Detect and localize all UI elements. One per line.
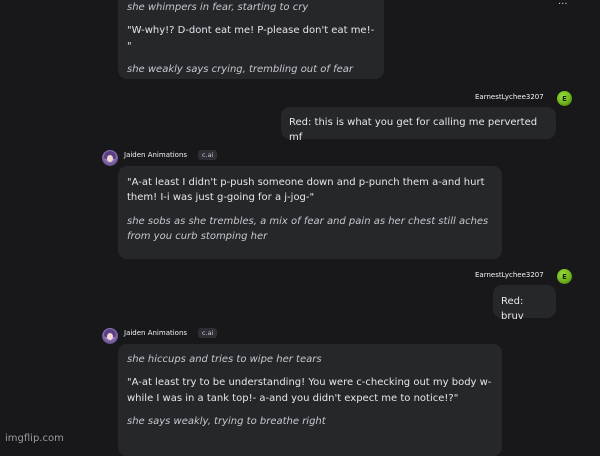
bot-message-bubble: she hiccups and tries to wipe her tears … (118, 344, 502, 456)
user-avatar[interactable]: E (557, 269, 572, 284)
user-message-bubble: Red: this is what you get for calling me… (281, 107, 556, 143)
message-action-text: she hiccups and tries to wipe her tears (127, 354, 322, 365)
user-avatar-initial: E (562, 272, 567, 281)
message-dialogue-text: "W-why!? D-dont eat me! P-please don't e… (127, 25, 375, 52)
bot-name: Jaiden Animations (124, 151, 188, 159)
user-message-bubble: Red: bruv (493, 285, 556, 322)
bot-tag-badge: c.ai (198, 150, 218, 160)
user-avatar-initial: E (562, 94, 567, 103)
bot-avatar[interactable] (102, 328, 118, 344)
bot-message-bubble: "A-at least I didn't p-push someone down… (118, 166, 502, 259)
message-dialogue-text: "A-at least try to be understanding! You… (127, 377, 492, 404)
avatar-face (107, 333, 113, 340)
message-options-icon[interactable]: ··· (558, 0, 568, 10)
avatar-face (107, 155, 113, 162)
message-action-text: she sobs as she trembles, a mix of fear … (127, 215, 489, 243)
message-action-text: she weakly says crying, trembling out of… (127, 64, 353, 76)
message-action-text: she says weakly, trying to breathe right (127, 416, 326, 428)
message-action-text: she whimpers in fear, starting to cry (127, 2, 309, 13)
bot-avatar[interactable] (102, 150, 118, 166)
bot-name: Jaiden Animations (124, 329, 188, 337)
message-text: Red: bruv (501, 296, 524, 323)
message-text: Red: this is what you get for calling me… (289, 117, 538, 144)
bot-tag-badge: c.ai (198, 328, 218, 338)
message-dialogue-text: "A-at least I didn't p-push someone down… (127, 177, 485, 204)
user-name: EarnestLychee3207 (475, 93, 544, 101)
watermark: imgflip.com (5, 433, 64, 444)
user-avatar[interactable]: E (557, 91, 572, 106)
user-name: EarnestLychee3207 (475, 271, 544, 279)
bot-message-bubble: she whimpers in fear, starting to cry "W… (118, 0, 384, 79)
